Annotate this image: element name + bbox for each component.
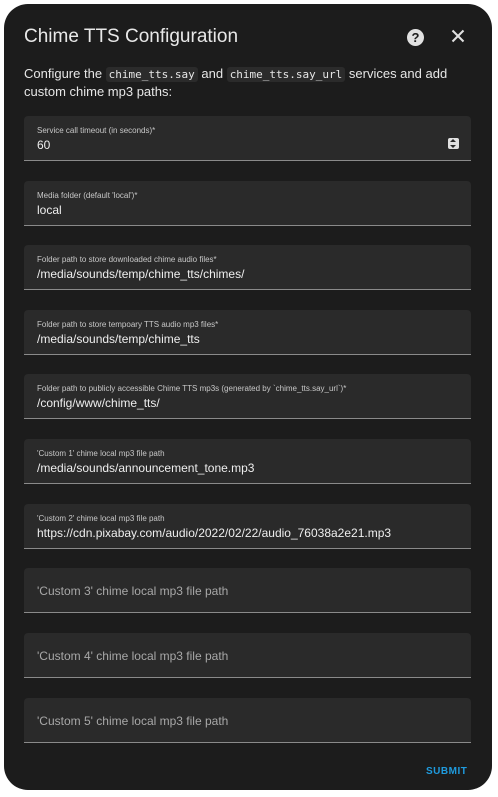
custom-2-field[interactable]: 'Custom 2' chime local mp3 file path htt… (24, 504, 471, 549)
field-label: 'Custom 2' chime local mp3 file path (37, 514, 165, 523)
field-placeholder: 'Custom 3' chime local mp3 file path (37, 584, 229, 598)
field-label: Folder path to publicly accessible Chime… (37, 384, 347, 393)
dialog-description: Configure the chime_tts.say and chime_tt… (24, 65, 474, 100)
code-say: chime_tts.say (105, 67, 198, 82)
field-value: /media/sounds/temp/chime_tts/chimes/ (37, 267, 245, 281)
number-stepper-icon[interactable] (448, 138, 459, 149)
field-placeholder: 'Custom 4' chime local mp3 file path (37, 649, 229, 663)
custom-4-field[interactable]: 'Custom 4' chime local mp3 file path (24, 633, 471, 678)
custom-1-field[interactable]: 'Custom 1' chime local mp3 file path /me… (24, 439, 471, 484)
field-value: 60 (37, 138, 51, 152)
code-say-url: chime_tts.say_url (226, 67, 346, 82)
field-value: local (37, 203, 62, 217)
field-value: https://cdn.pixabay.com/audio/2022/02/22… (37, 526, 392, 540)
custom-3-field[interactable]: 'Custom 3' chime local mp3 file path (24, 568, 471, 613)
description-text: and (197, 66, 227, 81)
chimes-folder-field[interactable]: Folder path to store downloaded chime au… (24, 245, 471, 290)
dialog-title: Chime TTS Configuration (24, 26, 239, 47)
timeout-field[interactable]: Service call timeout (in seconds)* 60 (24, 116, 471, 161)
field-label: Service call timeout (in seconds)* (37, 126, 156, 135)
field-label: Media folder (default 'local')* (37, 191, 138, 200)
custom-5-field[interactable]: 'Custom 5' chime local mp3 file path (24, 698, 471, 743)
public-folder-field[interactable]: Folder path to publicly accessible Chime… (24, 374, 471, 419)
field-value: /media/sounds/temp/chime_tts (37, 332, 200, 346)
description-text: Configure the (24, 66, 106, 81)
config-dialog: Chime TTS Configuration ? Configure the … (4, 4, 492, 790)
submit-button[interactable]: SUBMIT (426, 766, 467, 777)
field-label: 'Custom 1' chime local mp3 file path (37, 449, 165, 458)
field-placeholder: 'Custom 5' chime local mp3 file path (37, 714, 229, 728)
media-folder-field[interactable]: Media folder (default 'local')* local (24, 181, 471, 226)
temp-folder-field[interactable]: Folder path to store tempoary TTS audio … (24, 310, 471, 355)
help-icon[interactable]: ? (407, 29, 424, 46)
field-value: /config/www/chime_tts/ (37, 396, 160, 410)
close-icon[interactable] (448, 26, 468, 46)
field-value: /media/sounds/announcement_tone.mp3 (37, 461, 255, 475)
field-label: Folder path to store tempoary TTS audio … (37, 320, 219, 329)
field-label: Folder path to store downloaded chime au… (37, 255, 217, 264)
